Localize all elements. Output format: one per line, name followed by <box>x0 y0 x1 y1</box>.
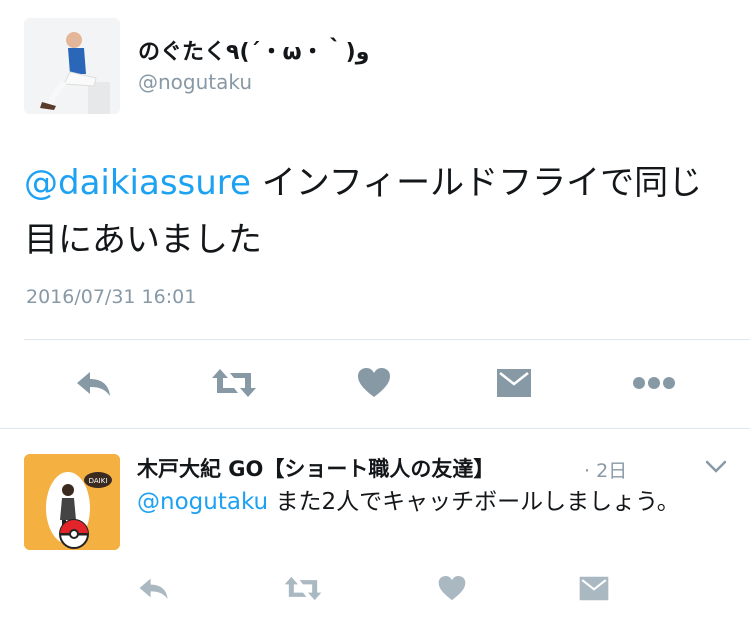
more-button[interactable] <box>628 361 680 405</box>
chevron-down-icon <box>705 460 727 473</box>
divider <box>24 339 750 340</box>
reply-like-button[interactable] <box>426 566 478 610</box>
retweet-icon <box>284 576 322 600</box>
avatar-photo <box>24 18 120 114</box>
reply-message-button[interactable] <box>568 566 620 610</box>
display-name[interactable]: のぐたく٩(´・ω・｀)و <box>138 34 369 66</box>
direct-message-button[interactable] <box>488 361 540 405</box>
reply-options-button[interactable] <box>704 458 728 476</box>
reply-button[interactable] <box>68 361 120 405</box>
retweet-button[interactable] <box>208 361 260 405</box>
reply-timestamp: · 2日 <box>584 460 628 482</box>
reply-user-avatar[interactable]: DAIKI <box>24 454 120 550</box>
message-icon <box>497 369 531 397</box>
like-icon <box>358 368 390 397</box>
more-icon <box>633 377 675 389</box>
like-icon <box>438 575 466 600</box>
reply-retweet-button[interactable] <box>277 566 329 610</box>
reply-reply-button[interactable] <box>128 566 180 610</box>
message-icon <box>579 576 609 600</box>
user-handle[interactable]: @nogutaku <box>138 70 252 94</box>
reply-icon <box>77 372 110 396</box>
like-button[interactable] <box>348 361 400 405</box>
tweet-timestamp: 2016/07/31 16:01 <box>26 286 197 308</box>
reply-mention-link[interactable]: @nogutaku <box>137 489 268 515</box>
divider <box>0 428 750 429</box>
reply-text: @nogutaku また2人でキャッチボールしましょう。 <box>137 485 727 520</box>
user-avatar[interactable] <box>24 18 120 114</box>
avatar-photo: DAIKI <box>24 454 120 550</box>
retweet-icon <box>212 369 256 397</box>
tweet-text: @daikiassure インフィールドフライで同じ目にあいました <box>24 155 724 269</box>
avatar-badge-text: DAIKI <box>89 477 108 485</box>
mention-link[interactable]: @daikiassure <box>24 163 251 203</box>
reply-icon <box>139 578 168 600</box>
reply-body: また2人でキャッチボールしましょう。 <box>268 489 680 515</box>
reply-display-name[interactable]: 木戸大紀 GO【ショート職人の友達】 <box>137 453 494 483</box>
